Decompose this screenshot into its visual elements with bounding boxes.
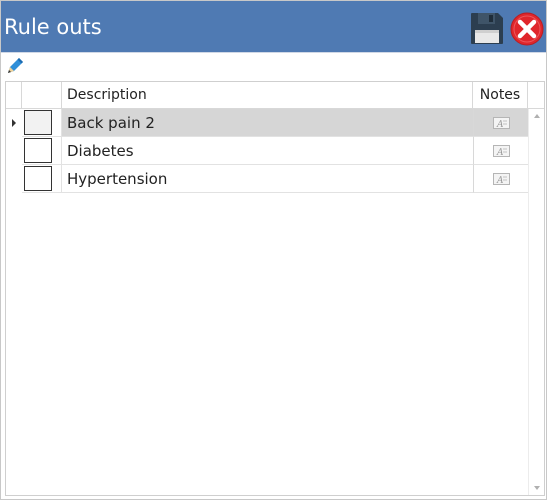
table-row[interactable]: Diabetes A <box>6 137 528 165</box>
notes-icon: A <box>493 145 510 157</box>
notes-icon: A <box>493 173 510 185</box>
row-indicator-header <box>6 82 22 109</box>
checkbox-column-header[interactable] <box>22 82 62 109</box>
close-button[interactable] <box>509 11 545 47</box>
vertical-scrollbar[interactable] <box>528 109 544 495</box>
table-row[interactable]: Back pain 2 A <box>6 109 528 137</box>
notes-cell[interactable]: A <box>473 165 528 193</box>
pencil-icon <box>8 58 23 73</box>
scroll-up-arrow-icon[interactable] <box>529 109 545 123</box>
description-column-header[interactable]: Description <box>62 82 473 109</box>
svg-text:A: A <box>496 120 504 129</box>
description-cell[interactable]: Back pain 2 <box>62 109 473 137</box>
checkbox-cell <box>22 137 62 165</box>
notes-cell[interactable]: A <box>473 137 528 165</box>
floppy-disk-icon <box>471 13 503 44</box>
rule-outs-grid: Description Notes Back pain 2 A Diabetes… <box>5 81 545 496</box>
table-row[interactable]: Hypertension A <box>6 165 528 193</box>
description-cell[interactable]: Hypertension <box>62 165 473 193</box>
checkbox-cell <box>22 109 62 137</box>
save-button[interactable] <box>470 10 505 46</box>
row-indicator <box>6 109 22 137</box>
scroll-down-arrow-icon[interactable] <box>529 481 545 495</box>
row-checkbox[interactable] <box>24 110 52 135</box>
row-checkbox[interactable] <box>24 138 52 163</box>
header-corner <box>528 82 544 109</box>
svg-text:A: A <box>496 148 504 157</box>
svg-text:A: A <box>496 176 504 185</box>
notes-icon: A <box>493 117 510 129</box>
current-row-arrow-icon <box>12 119 16 127</box>
edit-button[interactable] <box>4 55 26 77</box>
title-bar: Rule outs <box>1 1 546 53</box>
close-circle-icon <box>510 12 544 46</box>
row-indicator <box>6 165 22 193</box>
checkbox-cell <box>22 165 62 193</box>
description-cell[interactable]: Diabetes <box>62 137 473 165</box>
rule-outs-window: Rule outs Description Notes Back pain 2 … <box>0 0 547 500</box>
row-checkbox[interactable] <box>24 166 52 191</box>
notes-cell[interactable]: A <box>473 109 528 137</box>
window-title: Rule outs <box>4 15 102 39</box>
row-indicator <box>6 137 22 165</box>
notes-column-header[interactable]: Notes <box>473 82 528 109</box>
